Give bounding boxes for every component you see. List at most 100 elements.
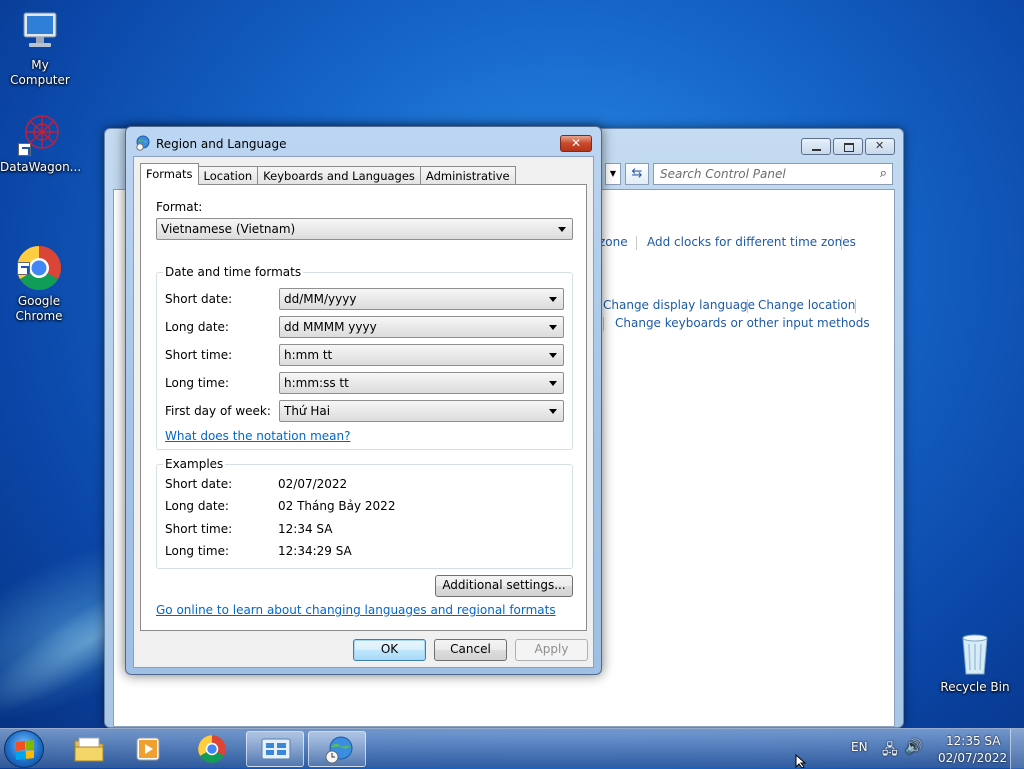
example-short-time-label: Short time: — [165, 522, 233, 536]
example-short-date-value: 02/07/2022 — [278, 477, 348, 491]
link-change-display-language[interactable]: Change display language — [603, 298, 755, 312]
link-change-location[interactable]: Change location — [758, 298, 855, 312]
tab-administrative[interactable]: Administrative — [419, 166, 516, 185]
example-short-date-label: Short date: — [165, 477, 233, 491]
desktop-icon-my-computer[interactable]: My Computer — [0, 8, 80, 88]
link-change-keyboards[interactable]: Change keyboards or other input methods — [615, 316, 870, 330]
short-time-dropdown[interactable]: h:mm tt — [279, 344, 564, 366]
additional-settings-button[interactable]: Additional settings... — [435, 575, 573, 597]
example-long-date-label: Long date: — [165, 499, 229, 513]
examples-group: Examples Short date: 02/07/2022 Long dat… — [156, 457, 573, 569]
chevron-down-icon — [549, 325, 557, 330]
format-dropdown[interactable]: Vietnamese (Vietnam) — [156, 218, 573, 240]
first-day-of-week-dropdown[interactable]: Thứ Hai — [279, 400, 564, 422]
first-day-of-week-label: First day of week: — [165, 404, 271, 418]
dialog-title: Region and Language — [156, 137, 287, 151]
examples-group-title: Examples — [163, 457, 226, 471]
short-time-label: Short time: — [165, 348, 233, 362]
link-separator — [747, 299, 748, 313]
search-icon: ⌕ — [879, 166, 887, 181]
close-button[interactable] — [865, 138, 895, 155]
desktop-icon-label: Google Chrome — [15, 294, 63, 323]
desktop-icon-google-chrome[interactable]: Google Chrome — [0, 214, 79, 339]
media-player-icon — [136, 737, 160, 761]
link-separator — [636, 236, 637, 250]
window-controls — [801, 138, 895, 155]
language-indicator[interactable]: EN — [851, 740, 868, 754]
short-date-label: Short date: — [165, 292, 233, 306]
chevron-down-icon — [558, 227, 566, 232]
windows-logo-icon — [16, 740, 34, 760]
clock-date[interactable]: 02/07/2022 — [938, 751, 1007, 765]
example-long-date-value: 02 Tháng Bảy 2022 — [278, 499, 396, 513]
long-date-dropdown[interactable]: dd MMMM yyyy — [279, 316, 564, 338]
link-separator — [841, 236, 842, 250]
notation-help-link[interactable]: What does the notation mean? — [165, 429, 350, 443]
control-panel-icon — [261, 738, 291, 760]
format-label: Format: — [156, 200, 203, 214]
long-time-label: Long time: — [165, 376, 230, 390]
taskbar-explorer[interactable] — [60, 731, 118, 767]
example-short-time-value: 12:34 SA — [278, 522, 333, 536]
chevron-down-icon — [549, 297, 557, 302]
tab-keyboards-and-languages[interactable]: Keyboards and Languages — [257, 166, 421, 185]
refresh-button[interactable]: ⇆ — [625, 163, 649, 185]
dialog-body: Formats Location Keyboards and Languages… — [133, 156, 594, 668]
apply-button[interactable]: Apply — [515, 639, 588, 661]
network-icon[interactable]: 🖧 — [882, 739, 898, 763]
first-day-of-week-value: Thứ Hai — [284, 404, 331, 418]
start-button[interactable] — [4, 730, 44, 768]
shortcut-arrow-icon — [17, 262, 30, 275]
link-separator — [603, 317, 604, 331]
tab-formats[interactable]: Formats — [140, 163, 199, 185]
chevron-down-icon — [549, 409, 557, 414]
search-input[interactable]: Search Control Panel ⌕ — [653, 163, 893, 185]
link-add-clocks[interactable]: Add clocks for different time zones — [647, 235, 856, 249]
search-placeholder: Search Control Panel — [660, 167, 786, 181]
dialog-close-button[interactable]: ✕ — [560, 135, 592, 152]
taskbar: EN 🖧 🔊 12:35 SA 02/07/2022 — [0, 728, 1024, 769]
link-separator — [855, 299, 856, 313]
show-desktop-button[interactable] — [1010, 729, 1024, 769]
taskbar-control-panel[interactable] — [246, 731, 304, 767]
minimize-button[interactable] — [801, 138, 831, 155]
maximize-button[interactable] — [833, 138, 863, 155]
online-languages-link[interactable]: Go online to learn about changing langua… — [156, 603, 556, 617]
desktop-icon-label: DataWagon... — [0, 160, 82, 174]
desktop-icon-label: Recycle Bin — [940, 680, 1010, 694]
taskbar-media-player[interactable] — [120, 731, 178, 767]
long-date-label: Long date: — [165, 320, 229, 334]
computer-icon — [16, 8, 64, 56]
ok-button[interactable]: OK — [353, 639, 426, 661]
desktop-icon-label: My Computer — [10, 58, 70, 87]
format-dropdown-value: Vietnamese (Vietnam) — [161, 222, 296, 236]
volume-icon[interactable]: 🔊 — [905, 739, 922, 755]
region-language-dialog[interactable]: Region and Language ✕ Formats Location K… — [125, 126, 602, 675]
short-date-dropdown[interactable]: dd/MM/yyyy — [279, 288, 564, 310]
datetime-group-title: Date and time formats — [163, 265, 304, 279]
short-date-value: dd/MM/yyyy — [284, 292, 357, 306]
link-time-zone[interactable]: zone — [599, 235, 628, 249]
address-dropdown-button[interactable]: ▼ — [605, 163, 621, 185]
long-time-dropdown[interactable]: h:mm:ss tt — [279, 372, 564, 394]
cancel-button[interactable]: Cancel — [434, 639, 507, 661]
datawagon-icon — [16, 110, 64, 158]
long-date-value: dd MMMM yyyy — [284, 320, 377, 334]
desktop-icon-datawagon[interactable]: DataWagon... — [0, 110, 82, 175]
example-long-time-label: Long time: — [165, 544, 230, 558]
tab-location[interactable]: Location — [197, 166, 259, 185]
mouse-cursor-icon — [795, 754, 807, 768]
taskbar-chrome[interactable] — [183, 731, 241, 767]
chrome-icon — [198, 735, 226, 763]
chevron-down-icon — [549, 381, 557, 386]
tab-strip: Formats Location Keyboards and Languages… — [140, 163, 516, 185]
folder-icon — [74, 737, 104, 762]
short-time-value: h:mm tt — [284, 348, 333, 362]
chrome-icon — [15, 229, 63, 290]
globe-clock-icon — [135, 135, 151, 151]
desktop-icon-recycle-bin[interactable]: Recycle Bin — [935, 630, 1015, 695]
globe-clock-icon — [325, 736, 353, 764]
taskbar-region-language[interactable] — [308, 731, 366, 767]
shortcut-arrow-icon — [18, 143, 31, 156]
clock-time[interactable]: 12:35 SA — [946, 734, 1000, 748]
